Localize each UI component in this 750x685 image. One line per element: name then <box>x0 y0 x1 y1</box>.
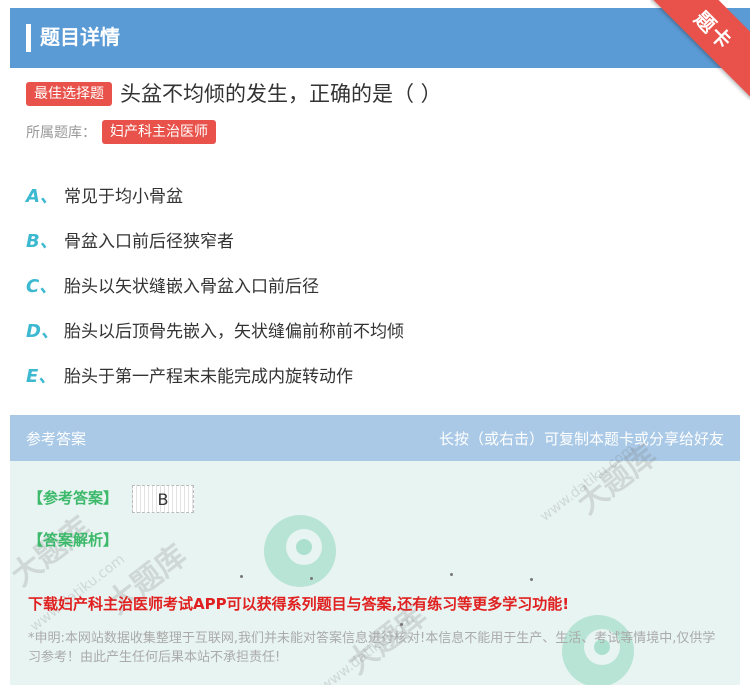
answer-panel: 参考答案 长按（或右击）可复制本题卡或分享给好友 大题库 www.datiku.… <box>5 415 740 685</box>
question-line: 最佳选择题 头盆不均倾的发生，正确的是（ ） <box>26 79 736 109</box>
option-c[interactable]: C、 胎头以矢状缝嵌入骨盆入口前后径 <box>26 262 726 307</box>
app-download-promo[interactable]: 下载妇产科主治医师考试APP可以获得系列题目与答案,还有练习等更多学习功能! <box>28 593 569 614</box>
option-text: 常见于均小骨盆 <box>64 187 183 207</box>
option-text: 骨盆入口前后径狭窄者 <box>64 232 234 252</box>
disclaimer-text: *申明:本网站数据收集整理于互联网,我们并未能对答案信息进行核对!本信息不能用于… <box>28 631 716 665</box>
option-text: 胎头以后顶骨先嵌入，矢状缝偏前称前不均倾 <box>64 322 404 342</box>
option-letter: B、 <box>26 230 58 252</box>
option-letter: E、 <box>26 365 57 387</box>
option-d[interactable]: D、 胎头以后顶骨先嵌入，矢状缝偏前称前不均倾 <box>26 307 726 352</box>
analysis-label: 【答案解析】 <box>28 531 119 549</box>
watermark-logo-icon <box>264 515 336 587</box>
option-text: 胎头于第一产程末未能完成内旋转动作 <box>64 367 353 387</box>
noise-speck <box>310 577 313 580</box>
question-bank-label: 所属题库： <box>26 125 96 141</box>
answer-label: 【参考答案】 <box>28 489 119 507</box>
question-text: 头盆不均倾的发生，正确的是（ ） <box>120 82 442 106</box>
share-hint: 长按（或右击）可复制本题卡或分享给好友 <box>438 429 724 448</box>
answer-section-title: 参考答案 <box>26 429 87 448</box>
noise-speck <box>400 623 403 626</box>
option-letter: C、 <box>26 275 58 297</box>
answer-value: B <box>132 485 194 513</box>
option-b[interactable]: B、 骨盆入口前后径狭窄者 <box>26 217 726 262</box>
noise-speck <box>530 578 533 581</box>
header-bar: 题目详情 <box>10 8 750 68</box>
question-bank-badge[interactable]: 妇产科主治医师 <box>102 120 216 144</box>
option-a[interactable]: A、 常见于均小骨盆 <box>26 172 726 217</box>
options-list: A、 常见于均小骨盆 B、 骨盆入口前后径狭窄者 C、 胎头以矢状缝嵌入骨盆入口… <box>26 172 726 397</box>
header-accent-bar <box>26 24 31 52</box>
noise-speck <box>240 575 243 578</box>
question-type-badge: 最佳选择题 <box>26 82 112 106</box>
option-text: 胎头以矢状缝嵌入骨盆入口前后径 <box>64 277 319 297</box>
noise-speck <box>450 573 453 576</box>
option-letter: D、 <box>26 320 59 342</box>
page-title: 题目详情 <box>40 25 120 49</box>
option-e[interactable]: E、 胎头于第一产程末未能完成内旋转动作 <box>26 352 726 397</box>
question-bank-line: 所属题库： 妇产科主治医师 <box>26 120 216 144</box>
option-letter: A、 <box>26 185 58 207</box>
